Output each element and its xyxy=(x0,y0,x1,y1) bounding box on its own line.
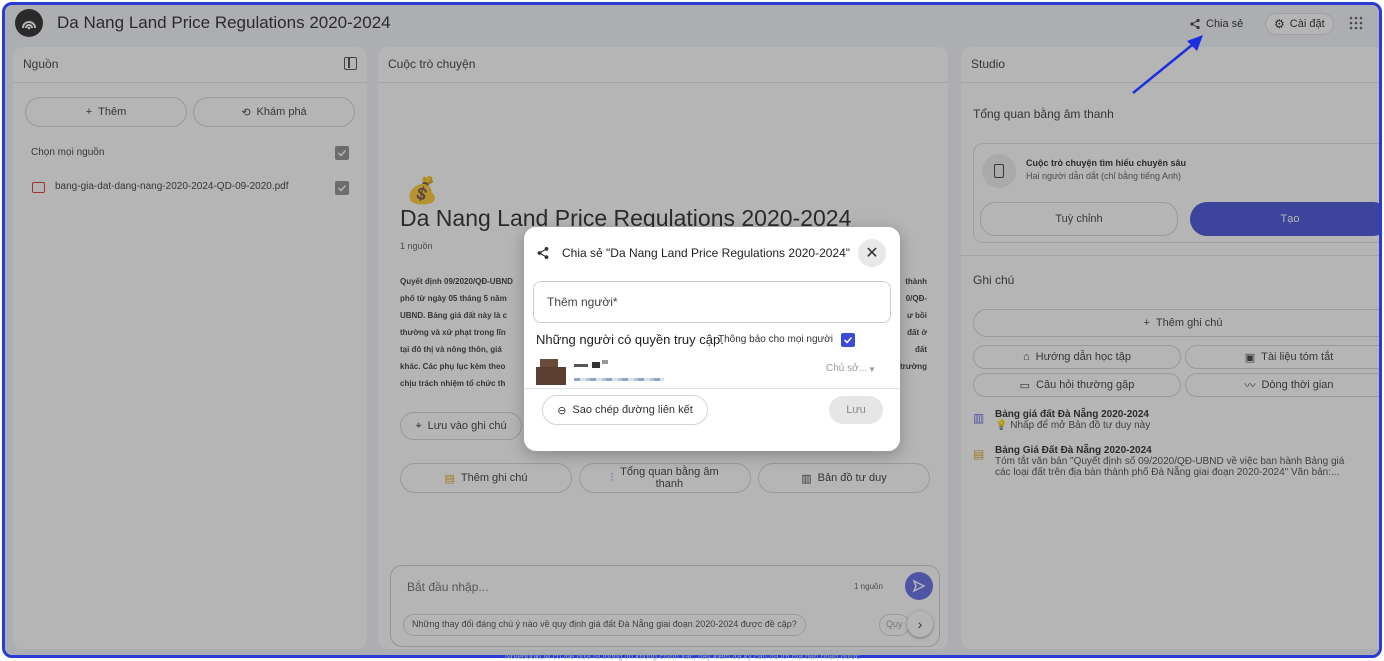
divider xyxy=(524,388,900,389)
share-icon xyxy=(537,247,549,259)
notify-label: Thông báo cho mọi người xyxy=(718,334,833,345)
close-icon[interactable]: ✕ xyxy=(858,239,886,267)
add-people-placeholder: Thêm người* xyxy=(547,295,618,309)
add-people-input[interactable]: Thêm người* xyxy=(533,281,891,323)
app-window: Da Nang Land Price Regulations 2020-2024… xyxy=(2,2,1382,658)
copy-link-button[interactable]: ⊖ Sao chép đường liên kết xyxy=(542,395,708,425)
access-label: Những người có quyền truy cập. xyxy=(536,332,724,347)
notify-checkbox[interactable] xyxy=(841,333,855,347)
annotation-arrow-icon xyxy=(1132,35,1203,94)
save-label: Lưu xyxy=(846,404,866,416)
footer-disclaimer: NotebookLM có thể đưa ra thông tin không… xyxy=(505,652,862,661)
share-dialog-title: Chia sẻ "Da Nang Land Price Regulations … xyxy=(562,246,851,260)
save-button[interactable]: Lưu xyxy=(829,396,883,424)
share-dialog: Chia sẻ "Da Nang Land Price Regulations … xyxy=(524,227,900,451)
copy-link-label: Sao chép đường liên kết xyxy=(572,404,693,416)
link-icon: ⊖ xyxy=(557,404,567,417)
avatar xyxy=(536,359,566,385)
user-name-redacted xyxy=(574,360,684,386)
owner-role: Chủ sở... xyxy=(826,363,868,374)
chevron-down-icon[interactable]: ▼ xyxy=(868,365,876,374)
